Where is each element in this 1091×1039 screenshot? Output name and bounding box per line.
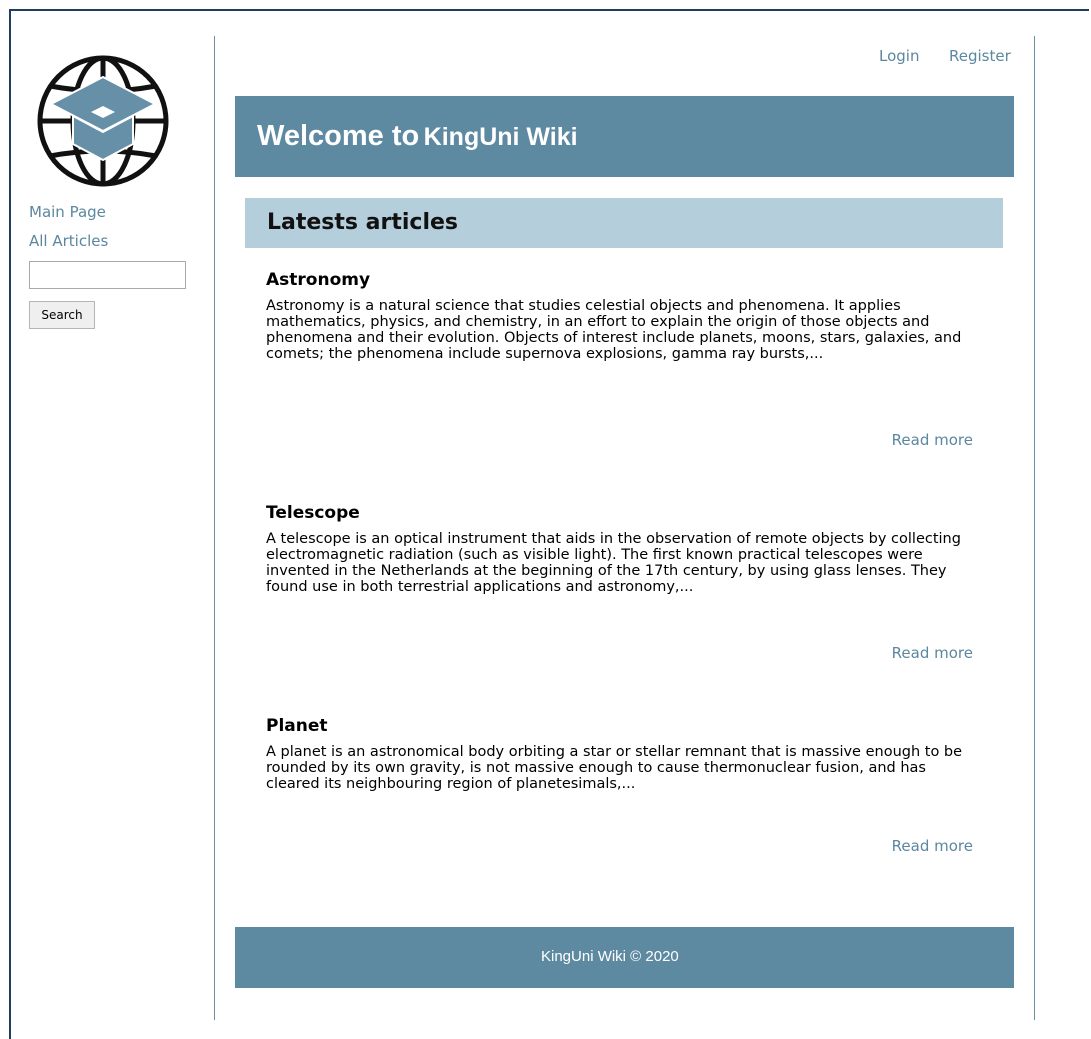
header-banner: Welcome to KingUni Wiki	[235, 96, 1014, 177]
site-name: KingUni Wiki	[423, 123, 578, 151]
article-summary: Astronomy is a natural science that stud…	[266, 298, 962, 362]
search-input[interactable]	[29, 261, 186, 289]
read-more-link[interactable]: Read more	[892, 431, 973, 449]
sidebar-item-all-articles[interactable]: All Articles	[29, 232, 108, 250]
footer: KingUni Wiki © 2020	[235, 927, 1014, 988]
sidebar-item-main-page[interactable]: Main Page	[29, 203, 106, 221]
article-card: Astronomy Astronomy is a natural science…	[266, 270, 976, 455]
article-summary: A planet is an astronomical body orbitin…	[266, 744, 963, 792]
latest-articles-header: Latests articles	[245, 198, 1003, 248]
read-more-link[interactable]: Read more	[892, 837, 973, 855]
read-more-link[interactable]: Read more	[892, 644, 973, 662]
register-link[interactable]: Register	[949, 47, 1011, 65]
footer-copyright: KingUni Wiki © 2020	[541, 948, 679, 965]
globe-with-graduation-cap-icon[interactable]	[33, 44, 173, 194]
article-title[interactable]: Telescope	[266, 503, 976, 523]
page-title: Welcome to KingUni Wiki	[257, 120, 578, 153]
article-card: Planet A planet is an astronomical body …	[266, 716, 976, 861]
login-link[interactable]: Login	[879, 47, 919, 65]
article-card: Telescope A telescope is an optical inst…	[266, 503, 976, 668]
article-summary: A telescope is an optical instrument tha…	[266, 531, 961, 595]
article-title[interactable]: Astronomy	[266, 270, 976, 290]
right-divider	[1034, 36, 1035, 1020]
welcome-text: Welcome to	[257, 120, 420, 152]
article-title[interactable]: Planet	[266, 716, 976, 736]
left-divider	[214, 36, 215, 1020]
section-title: Latests articles	[267, 210, 459, 235]
search-button[interactable]: Search	[29, 301, 95, 329]
